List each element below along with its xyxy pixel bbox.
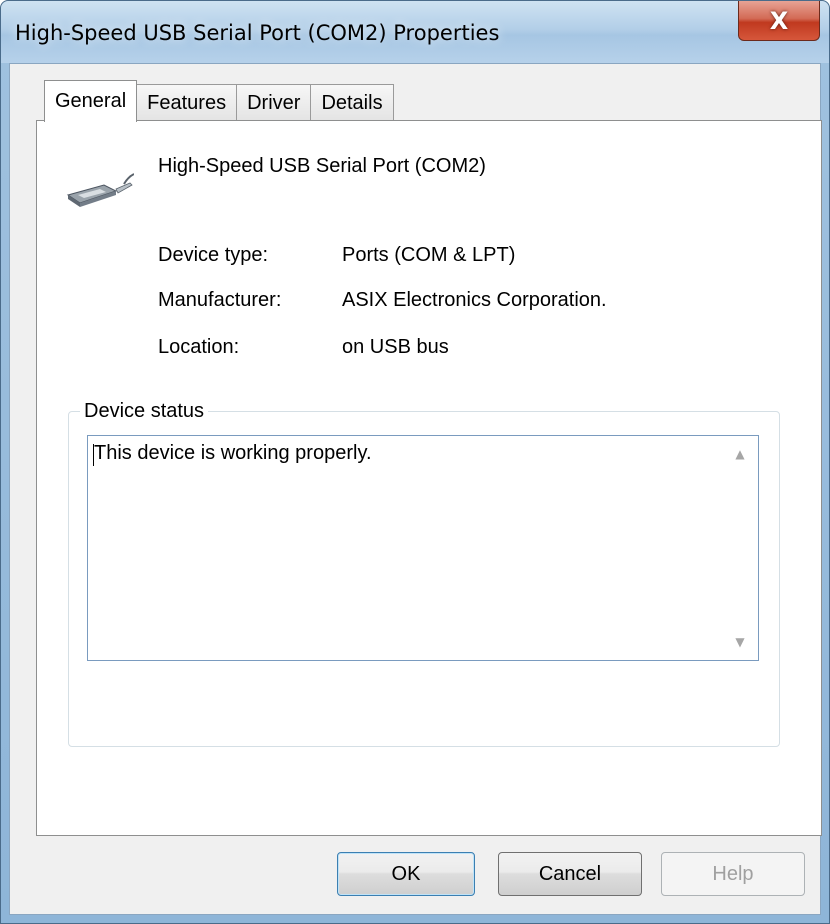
scroll-down-icon[interactable]: ▼ [722,624,758,660]
vertical-scrollbar[interactable]: ▲ ▼ [722,436,758,660]
tab-strip: General Features Driver Details [44,80,394,122]
window-title: High-Speed USB Serial Port (COM2) Proper… [15,21,500,45]
tab-general[interactable]: General [44,80,138,122]
close-button[interactable]: X [738,1,820,41]
help-button[interactable]: Help [661,852,805,896]
device-status-text: This device is working properly. [94,442,372,464]
tab-driver[interactable]: Driver [236,84,312,122]
cancel-button[interactable]: Cancel [498,852,642,896]
device-status-legend: Device status [80,400,209,423]
usb-cable-icon [66,173,134,207]
device-type-label: Device type: [158,244,269,266]
device-status-textarea[interactable]: This device is working properly. ▲ ▼ [87,435,759,661]
tab-features[interactable]: Features [136,84,238,122]
title-bar[interactable]: High-Speed USB Serial Port (COM2) Proper… [1,1,829,63]
close-icon: X [769,6,789,35]
device-name: High-Speed USB Serial Port (COM2) [158,155,486,177]
location-label: Location: [158,336,240,358]
manufacturer-label: Manufacturer: [158,289,282,311]
scroll-up-icon[interactable]: ▲ [722,436,758,472]
device-type-value: Ports (COM & LPT) [342,244,516,266]
manufacturer-value: ASIX Electronics Corporation. [342,289,607,311]
location-value: on USB bus [342,336,449,358]
tab-details[interactable]: Details [310,84,394,122]
ok-button[interactable]: OK [337,852,475,896]
